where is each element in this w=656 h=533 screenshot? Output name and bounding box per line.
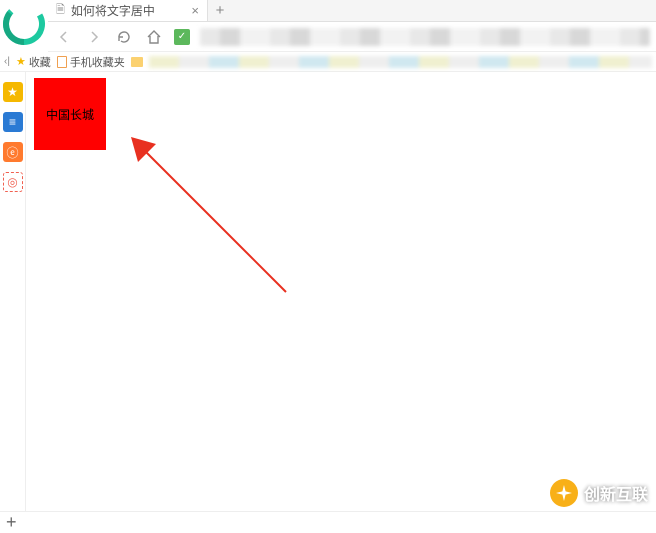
home-button[interactable] xyxy=(144,27,164,47)
demo-box-text: 中国长城 xyxy=(46,106,94,123)
sidebar-favorites-button[interactable]: ★ xyxy=(3,82,23,102)
document-icon: 🗎 xyxy=(56,1,65,20)
tab-active[interactable]: 🗎 如何将文字居中 × xyxy=(48,0,208,21)
watermark-text: 创新互联 xyxy=(584,481,648,505)
reload-button[interactable] xyxy=(114,27,134,47)
phone-icon xyxy=(57,56,67,68)
forward-button[interactable] xyxy=(84,27,104,47)
status-bar: + xyxy=(0,511,656,533)
new-tab-button[interactable]: + xyxy=(208,0,232,21)
watermark-logo-icon xyxy=(550,479,578,507)
sidebar-news-button[interactable]: ≡ xyxy=(3,112,23,132)
sidebar-weibo-button[interactable]: ⓔ xyxy=(3,142,23,162)
bookmark-label: 手机收藏夹 xyxy=(70,54,125,70)
close-icon[interactable]: × xyxy=(191,3,199,18)
side-panel: ★ ≡ ⓔ ◎ xyxy=(0,72,26,511)
annotation-arrow xyxy=(126,132,296,302)
folder-icon[interactable] xyxy=(131,57,143,67)
sidebar-capture-button[interactable]: ◎ xyxy=(3,172,23,192)
shield-icon[interactable]: ✓ xyxy=(174,29,190,45)
collapse-sidebar-icon[interactable]: ‹| xyxy=(4,56,10,67)
bookmark-favorites[interactable]: ★收藏 xyxy=(16,54,51,70)
watermark: 创新互联 xyxy=(550,479,648,507)
bookmark-bar: ‹| ★收藏 手机收藏夹 xyxy=(0,52,656,72)
bookmark-mobile[interactable]: 手机收藏夹 xyxy=(57,54,125,70)
demo-red-box: 中国长城 xyxy=(34,78,106,150)
nav-bar: ✓ xyxy=(48,22,656,52)
tab-bar: 🗎 如何将文字居中 × + xyxy=(48,0,656,22)
bookmark-overflow xyxy=(149,56,652,68)
star-icon: ★ xyxy=(16,55,26,68)
add-panel-button[interactable]: + xyxy=(6,512,17,533)
tab-title: 如何将文字居中 xyxy=(71,2,186,19)
bookmark-label: 收藏 xyxy=(29,54,51,70)
page-content: 中国长城 xyxy=(26,72,656,511)
back-button[interactable] xyxy=(54,27,74,47)
address-bar[interactable] xyxy=(200,28,650,46)
browser-logo xyxy=(0,0,48,48)
